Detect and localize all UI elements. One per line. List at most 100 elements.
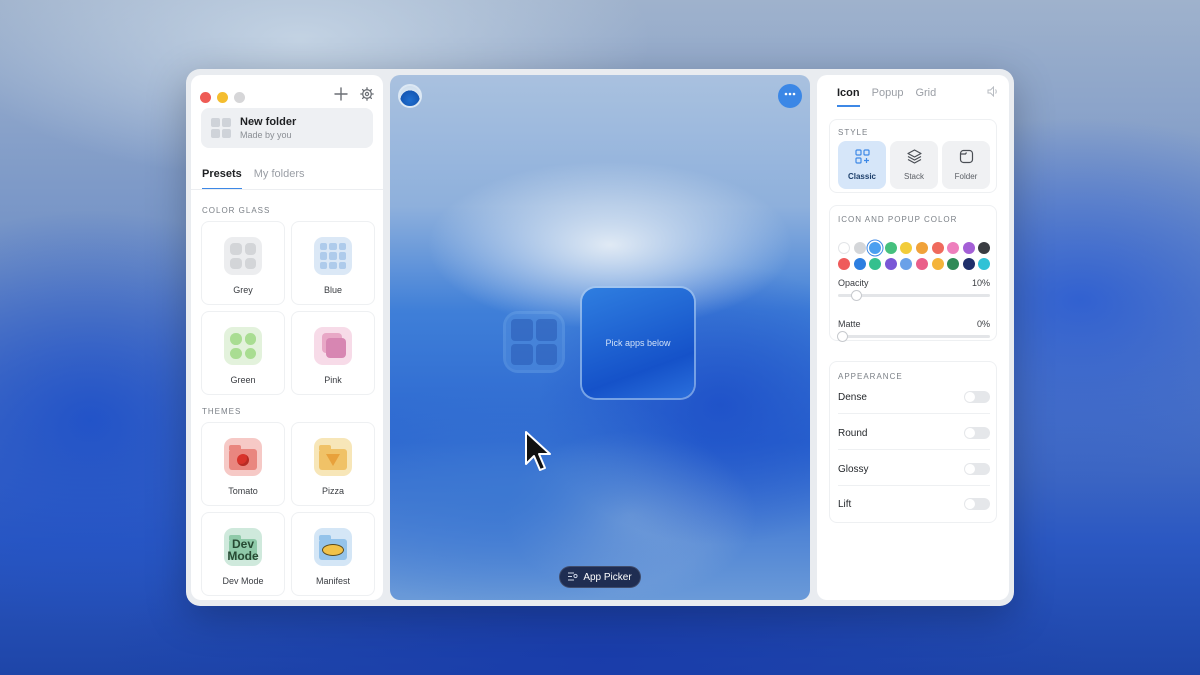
top-actions [333,87,375,103]
style-options: Classic Stack Folder [838,141,990,189]
folder-subtitle: Made by you [240,130,292,140]
tab-presets[interactable]: Presets [202,168,242,190]
blue-grid-icon [314,237,352,275]
round-toggle[interactable] [964,427,990,439]
style-folder[interactable]: Folder [942,141,990,189]
preset-pink[interactable]: Pink [291,311,375,395]
preview-canvas: Pick apps below App Picker [390,75,810,600]
opacity-slider-thumb[interactable] [851,290,863,301]
glossy-row: Glossy [838,459,990,479]
color-swatch[interactable] [947,242,960,254]
inspector-tabs: Icon Popup Grid [837,87,936,107]
opacity-label: Opacity [838,278,869,288]
app-picker-button[interactable]: App Picker [559,566,641,588]
color-swatch[interactable] [869,258,882,270]
style-classic[interactable]: Classic [838,141,886,189]
themes-heading: THEMES [202,407,242,416]
color-swatch[interactable] [853,242,866,254]
color-swatch[interactable] [962,242,975,254]
color-swatch[interactable] [978,258,991,270]
tomato-folder-icon [224,438,262,476]
color-swatch[interactable] [978,242,991,254]
grey-grid-icon [224,237,262,275]
preset-grey[interactable]: Grey [201,221,285,305]
style-label: Classic [847,172,877,181]
matte-slider-thumb[interactable] [837,331,848,342]
color-swatch[interactable] [900,258,913,270]
tab-my-folders[interactable]: My folders [254,168,305,190]
tab-icon[interactable]: Icon [837,87,860,107]
opacity-value: 10% [971,278,990,288]
color-section: ICON AND POPUP COLOR Opacity 10% Matte 0… [829,205,997,342]
current-folder-card[interactable]: New folder Made by you [201,108,373,148]
gear-icon[interactable] [359,87,375,103]
color-swatch[interactable] [931,242,944,254]
popup-preview[interactable]: Pick apps below [582,288,694,398]
more-options-button[interactable] [778,84,802,108]
color-swatch[interactable] [900,242,913,254]
pink-stack-icon [314,327,352,365]
matte-slider-row: Matte 0% [837,319,990,342]
style-section: STYLE Classic Stack Folder [829,119,997,193]
style-label: Folder [954,172,978,181]
close-window-button[interactable] [200,92,211,103]
color-swatch[interactable] [915,242,928,254]
appearance-heading: APPEARANCE [838,372,903,381]
manifest-folder-icon [314,528,352,566]
color-heading: ICON AND POPUP COLOR [838,215,958,224]
theme-label: Pizza [321,486,344,496]
color-glass-heading: COLOR GLASS [202,206,271,215]
stack-icon [906,149,922,167]
minimize-window-button[interactable] [217,92,228,103]
matte-slider[interactable] [837,331,990,342]
left-sidebar: New folder Made by you Presets My folder… [191,75,383,600]
preset-green[interactable]: Green [201,311,285,395]
theme-manifest[interactable]: Manifest [291,512,375,596]
preset-label: Green [230,375,256,385]
color-swatch[interactable] [884,242,897,254]
color-swatch[interactable] [947,258,960,270]
opacity-slider[interactable] [838,290,990,301]
color-swatch[interactable] [931,258,944,270]
lift-toggle[interactable] [964,498,990,510]
folder-grid-icon [211,118,231,138]
inspector-panel: Icon Popup Grid STYLE Classic Stack Fold… [817,75,1009,600]
app-picker-label: App Picker [583,571,632,583]
color-swatch[interactable] [853,258,866,270]
opacity-slider-row: Opacity 10% [838,278,990,301]
lift-row: Lift [838,494,990,514]
theme-dev-mode[interactable]: Dev Mode Dev Mode [201,512,285,596]
app-window: New folder Made by you Presets My folder… [186,69,1014,606]
color-swatches [838,242,991,270]
color-swatch[interactable] [884,258,897,270]
speaker-icon[interactable] [987,85,999,100]
dense-label: Dense [838,391,867,403]
color-swatch[interactable] [962,258,975,270]
style-heading: STYLE [838,128,869,137]
color-swatch[interactable] [915,258,928,270]
zoom-window-button[interactable] [234,92,245,103]
app-logo-icon[interactable] [398,84,422,108]
color-glass-grid: Grey Blue Green Pink [201,221,375,395]
theme-pizza[interactable]: Pizza [291,422,375,506]
themes-grid: Tomato Pizza Dev Mode Dev Mode Manifest [201,422,375,596]
theme-tomato[interactable]: Tomato [201,422,285,506]
folder-icon [959,149,974,167]
preset-blue[interactable]: Blue [291,221,375,305]
style-label: Stack [903,172,924,181]
folder-icon-preview[interactable] [506,314,562,370]
popup-placeholder-text: Pick apps below [605,338,671,348]
glossy-toggle[interactable] [964,463,990,475]
dense-toggle[interactable] [964,391,990,403]
style-stack[interactable]: Stack [890,141,938,189]
tab-grid[interactable]: Grid [915,87,936,107]
add-icon[interactable] [333,87,349,103]
divider [838,485,990,486]
color-swatch[interactable] [838,258,850,270]
mouse-cursor-icon [525,431,551,471]
tab-popup[interactable]: Popup [872,87,904,107]
color-swatch[interactable] [869,242,882,254]
color-swatch[interactable] [838,242,850,254]
dev-badge-text: Dev Mode [227,537,259,563]
round-row: Round [838,423,990,443]
